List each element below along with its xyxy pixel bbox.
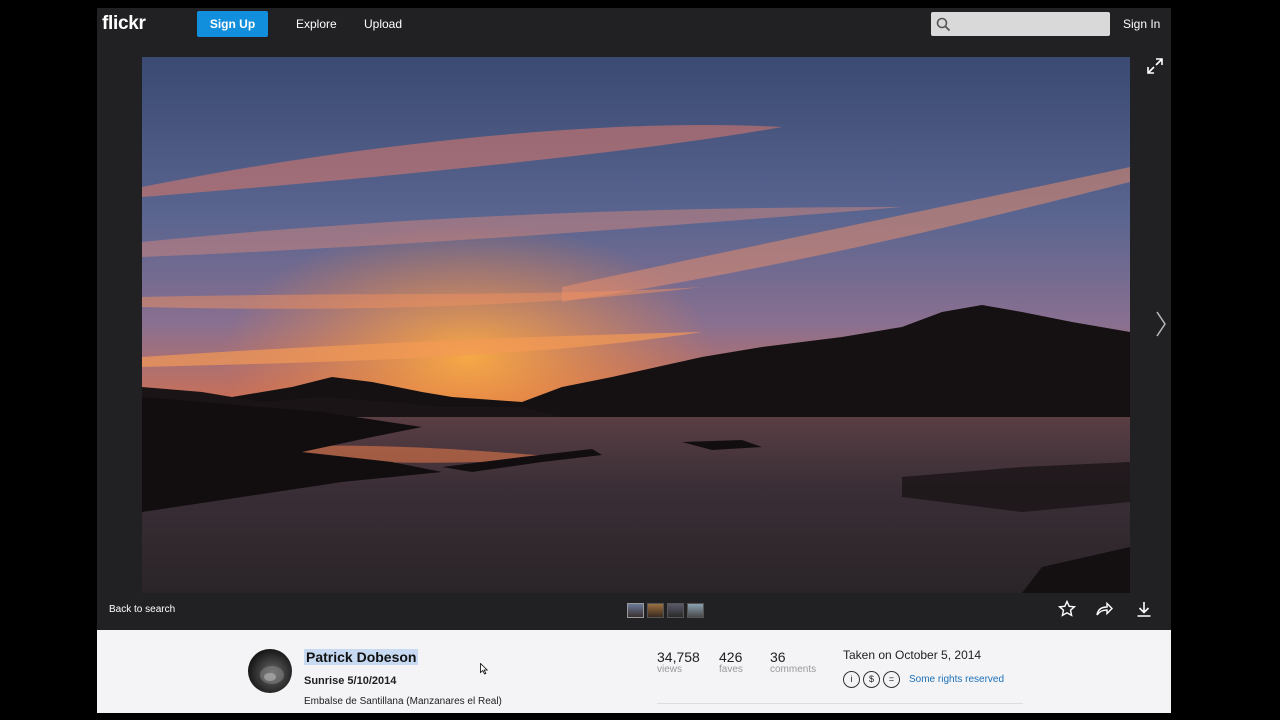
stat-faves: 426 faves (719, 649, 743, 675)
thumbnail[interactable] (647, 603, 664, 618)
author-name-link[interactable]: Patrick Dobeson (304, 649, 419, 665)
photo-title: Sunrise 5/10/2014 (304, 675, 397, 687)
main-photo (142, 57, 1130, 593)
thumbnail[interactable] (667, 603, 684, 618)
taken-date[interactable]: Taken on October 5, 2014 (843, 648, 981, 662)
license-link[interactable]: Some rights reserved (909, 674, 1004, 685)
thumbnail[interactable] (627, 603, 644, 618)
nav-upload[interactable]: Upload (364, 17, 402, 31)
back-to-search-link[interactable]: Back to search (109, 604, 175, 615)
share-icon[interactable] (1095, 600, 1113, 618)
mouse-cursor-icon (480, 663, 488, 675)
attribution-icon: i (843, 671, 860, 688)
stat-comments: 36 comments (770, 649, 816, 675)
avatar-image (260, 666, 284, 684)
stat-label: faves (719, 664, 743, 675)
signup-button[interactable]: Sign Up (197, 11, 268, 37)
nav-explore[interactable]: Explore (296, 17, 337, 31)
stat-label: comments (770, 664, 817, 675)
chevron-right-icon[interactable] (1155, 310, 1167, 338)
flickr-logo[interactable]: flickr (102, 13, 146, 35)
thumbnail[interactable] (687, 603, 704, 618)
download-icon[interactable] (1135, 600, 1153, 618)
stat-views: 34,758 views (657, 649, 700, 675)
divider (657, 703, 1023, 704)
signin-link[interactable]: Sign In (1123, 17, 1160, 31)
expand-icon[interactable] (1147, 58, 1163, 74)
stat-label: views (657, 664, 683, 675)
photo-viewer: flickr Sign Up Explore Upload Sign In Ba… (97, 8, 1171, 713)
search-icon (936, 17, 951, 32)
photo-description: Embalse de Santillana (Manzanares el Rea… (304, 696, 502, 707)
search-input[interactable] (931, 12, 1110, 36)
stat-value: 426 (719, 649, 743, 665)
stat-value: 36 (770, 649, 786, 665)
avatar[interactable] (248, 649, 292, 693)
noderivs-icon: = (883, 671, 900, 688)
license-info: i $ = Some rights reserved (843, 671, 1004, 688)
star-icon[interactable] (1058, 600, 1076, 618)
stat-value: 34,758 (657, 649, 700, 665)
photo-info-panel: Patrick Dobeson Sunrise 5/10/2014 Embals… (97, 630, 1171, 713)
noncommercial-icon: $ (863, 671, 880, 688)
thumbnail-strip (627, 603, 704, 618)
top-nav: flickr Sign Up Explore Upload Sign In (97, 8, 1171, 40)
